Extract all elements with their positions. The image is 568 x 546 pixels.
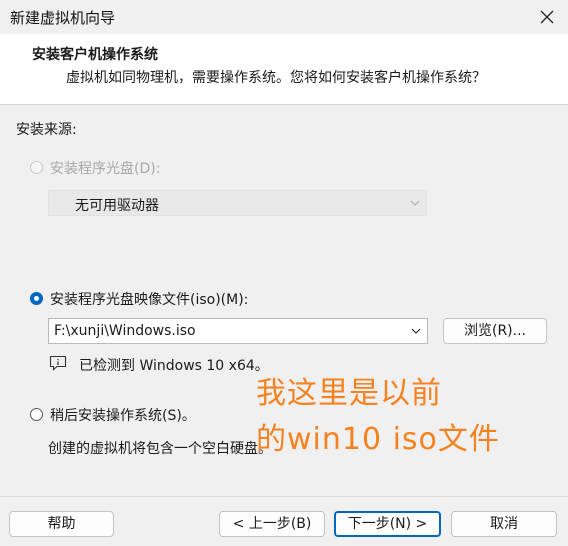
footer-divider [0, 496, 568, 497]
header-title: 安装客户机操作系统 [32, 47, 158, 63]
install-iso-label: 安装程序光盘映像文件(iso)(M): [50, 292, 249, 308]
title-bar: 新建虚拟机向导 [0, 0, 568, 34]
annotation-line-2: 的win10 iso文件 [256, 422, 500, 457]
wizard-header: 安装客户机操作系统 虚拟机如同物理机，需要操作系统。您将如何安装客户机操作系统？ [0, 34, 568, 104]
header-divider [0, 104, 568, 105]
chevron-down-icon[interactable] [411, 327, 421, 335]
radio-install-iso[interactable] [30, 292, 43, 305]
install-source-label: 安装来源: [16, 122, 77, 138]
window-title: 新建虚拟机向导 [10, 9, 116, 27]
install-later-description: 创建的虚拟机将包含一个空白硬盘。 [48, 441, 272, 457]
disc-drive-value: 无可用驱动器 [75, 198, 159, 214]
annotation-line-1: 我这里是以前 [256, 376, 442, 411]
back-button[interactable]: < 上一步(B) [219, 511, 325, 537]
install-later-label: 稍后安装操作系统(S)。 [50, 408, 196, 424]
disc-drive-select[interactable]: 无可用驱动器 [48, 190, 427, 216]
info-icon [49, 355, 67, 371]
detected-os-text: 已检测到 Windows 10 x64。 [79, 358, 269, 374]
radio-install-later[interactable] [30, 408, 43, 421]
iso-path-combobox[interactable]: F:\xunji\Windows.iso [48, 318, 428, 344]
browse-button[interactable]: 浏览(R)... [443, 318, 547, 344]
install-disc-label: 安装程序光盘(D): [50, 161, 161, 177]
help-button[interactable]: 帮助 [9, 511, 114, 537]
radio-install-disc[interactable] [30, 161, 43, 174]
cancel-button[interactable]: 取消 [451, 511, 557, 537]
close-button[interactable] [532, 2, 562, 32]
chevron-down-icon [410, 200, 420, 206]
header-subtitle: 虚拟机如同物理机，需要操作系统。您将如何安装客户机操作系统？ [66, 70, 486, 86]
close-icon [540, 10, 554, 24]
next-button[interactable]: 下一步(N) > [334, 511, 441, 537]
iso-path-value: F:\xunji\Windows.iso [54, 323, 196, 339]
